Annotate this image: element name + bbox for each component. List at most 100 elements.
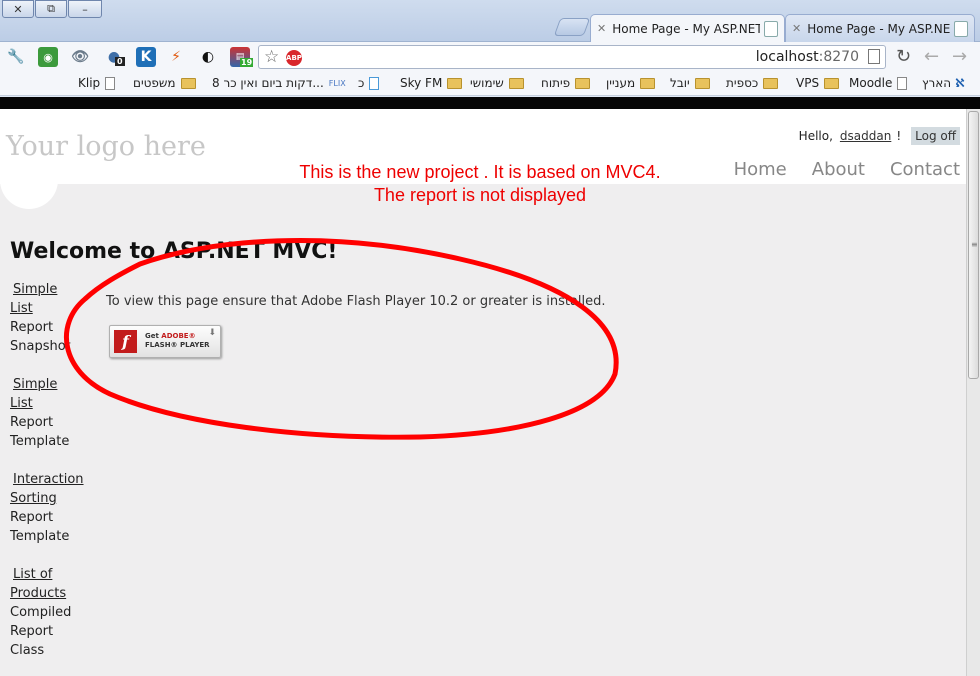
bookmark-folder[interactable]: מעניין: [606, 76, 656, 90]
browser-titlebar: ✕ ⧉ – ✕ Home Page - My ASP.NET ✕ Home Pa…: [0, 0, 980, 42]
download-arrow-icon: ⬇: [208, 328, 216, 338]
contrast-icon[interactable]: ◐: [198, 47, 218, 67]
header-decoration: [0, 169, 58, 209]
nav-text: Class: [10, 643, 45, 658]
bookmark-8-minutes[interactable]: 8 דקות ביום ואין כר... FLIX: [212, 76, 346, 90]
nav-link-simple[interactable]: Simple: [10, 280, 90, 299]
bookmark-sky-fm[interactable]: Sky FM: [400, 76, 463, 90]
page-title: Welcome to ASP.NET MVC!: [10, 239, 338, 264]
nav-text: Report: [10, 510, 54, 525]
bookmark-label: VPS: [796, 76, 820, 90]
nav-link-sorting[interactable]: Sorting: [10, 489, 90, 508]
nav-link-list[interactable]: List: [10, 394, 90, 413]
flash-badge-player: FLASH® PLAYER: [145, 341, 210, 349]
nav-text: Compiled: [10, 605, 72, 620]
bookmark-folder[interactable]: פיתוח: [541, 76, 591, 90]
vertical-scrollbar[interactable]: ≡: [966, 109, 980, 676]
bookmark-label: Sky FM: [400, 76, 443, 90]
minimize-icon: –: [82, 2, 88, 16]
bookmarks-bar: Klip משפטים 8 דקות ביום ואין כר... FLIX כ…: [0, 72, 980, 96]
username-link[interactable]: dsaddan: [840, 129, 891, 143]
bookmark-folder[interactable]: כספית: [726, 76, 779, 90]
page-favicon-icon: [954, 20, 968, 37]
nav-link-interaction[interactable]: Interaction: [10, 470, 90, 489]
menu-about[interactable]: About: [812, 159, 865, 180]
folder-icon: [447, 77, 463, 89]
bookmark-label: פיתוח: [541, 76, 571, 90]
scroll-grip-icon: ≡: [971, 240, 978, 249]
folder-icon: [640, 77, 656, 89]
bookmark-label: יובל: [670, 76, 690, 90]
page-icon[interactable]: [868, 49, 880, 64]
bookmark-vps[interactable]: VPS: [796, 76, 840, 90]
star-icon[interactable]: ☆: [264, 47, 279, 67]
log-off-button[interactable]: Log off: [911, 127, 960, 145]
nav-link-simple[interactable]: Simple: [10, 375, 90, 394]
haaretz-icon: ℵ: [955, 76, 965, 90]
folder-icon: [575, 77, 591, 89]
nav-group-interaction-sorting: Interaction Sorting Report Template: [10, 470, 90, 546]
badge-count: 19: [240, 58, 254, 67]
badge-count: 0: [115, 57, 125, 66]
tab-close-icon[interactable]: ✕: [597, 22, 606, 35]
tab-home-page-active[interactable]: ✕ Home Page - My ASP.NET: [590, 14, 785, 42]
window-controls: ✕ ⧉ –: [2, 0, 103, 18]
k-icon[interactable]: K: [136, 47, 156, 67]
nav-link-list[interactable]: List: [10, 299, 90, 318]
minimize-window-button[interactable]: –: [68, 0, 102, 18]
url-text: localhost:8270: [756, 49, 859, 65]
cookie-icon[interactable]: ● 0: [104, 47, 125, 67]
annotation-note: This is the new project . It is based on…: [299, 162, 661, 205]
bookmark-folder[interactable]: יובל: [670, 76, 710, 90]
flash-icon: f: [114, 330, 137, 353]
close-window-button[interactable]: ✕: [2, 0, 34, 18]
nav-link-products[interactable]: Products: [10, 584, 90, 603]
bookmark-klip[interactable]: Klip: [78, 76, 116, 90]
nav-text: Template: [10, 529, 70, 544]
back-icon[interactable]: ←: [924, 46, 939, 67]
nav-link-list-of[interactable]: List of: [10, 565, 90, 584]
menu-contact[interactable]: Contact: [890, 159, 960, 180]
bookmark-label: מעניין: [606, 76, 636, 90]
restore-window-button[interactable]: ⧉: [35, 0, 67, 18]
new-tab-button[interactable]: [553, 18, 591, 36]
lightning-icon[interactable]: ⚡: [166, 47, 186, 67]
ghostery-icon[interactable]: ◉: [38, 47, 58, 67]
get-flash-player-button[interactable]: f Get ADOBE® FLASH® PLAYER ⬇: [109, 325, 221, 358]
nav-group-simple-list-template: Simple List Report Template: [10, 375, 90, 451]
address-bar[interactable]: ☆ ABP localhost:8270: [258, 45, 886, 69]
bookmark-haaretz[interactable]: הארץ ℵ: [922, 76, 965, 90]
tab-close-icon[interactable]: ✕: [792, 22, 801, 35]
folder-icon: [180, 77, 196, 89]
nav-group-list-of-products: List of Products Compiled Report Class: [10, 565, 90, 660]
nav-group-simple-list-snapshot: Simple List Report Snapshot: [10, 280, 90, 356]
flash-required-message: To view this page ensure that Adobe Flas…: [106, 294, 606, 309]
folder-icon: [508, 77, 524, 89]
tab-home-page[interactable]: ✕ Home Page - My ASP.NET: [785, 14, 975, 42]
page-top-band: [0, 97, 980, 109]
page-favicon-icon: [764, 20, 778, 37]
site-logo[interactable]: Your logo here: [6, 131, 206, 162]
report-nav: Simple List Report Snapshot Simple List …: [10, 280, 90, 676]
badge-adobe-text: ADOBE®: [161, 332, 196, 340]
badge-get-text: Get: [145, 332, 159, 340]
bookmarks-ext-icon[interactable]: ▤ 19: [230, 47, 254, 67]
flash-badge-get: Get ADOBE®: [145, 332, 196, 340]
nav-text: Report: [10, 415, 54, 430]
eye-icon[interactable]: 👁: [70, 47, 90, 67]
nav-text: Report: [10, 320, 54, 335]
nav-text: Report: [10, 624, 54, 639]
bookmark-folder[interactable]: משפטים: [133, 76, 196, 90]
scrollbar-thumb[interactable]: ≡: [968, 111, 979, 379]
web-page: Your logo here Hello, dsaddan ! Log off …: [0, 109, 966, 676]
wrench-icon[interactable]: 🔧: [6, 47, 26, 67]
abp-icon[interactable]: ABP: [286, 50, 302, 66]
bookmark-moodle[interactable]: Moodle: [849, 76, 908, 90]
forward-icon[interactable]: →: [952, 46, 967, 67]
bookmark-folder[interactable]: שימושי: [470, 76, 524, 90]
reload-icon[interactable]: ↻: [896, 46, 911, 67]
bookmark-kaf[interactable]: כ: [358, 76, 380, 90]
menu-home[interactable]: Home: [734, 159, 787, 180]
greeting-text: Hello,: [798, 129, 833, 143]
bookmark-label: Moodle: [849, 76, 893, 90]
